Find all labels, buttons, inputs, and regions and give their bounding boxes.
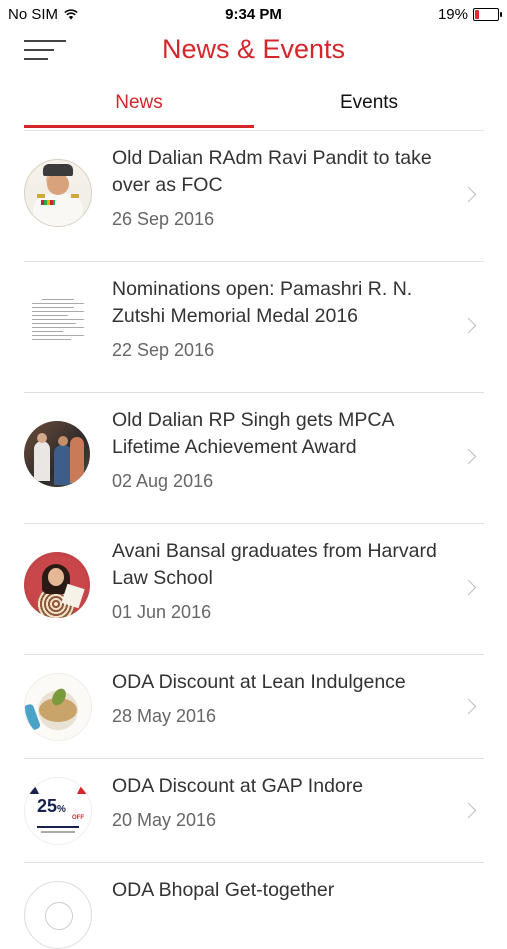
news-item[interactable]: Old Dalian RAdm Ravi Pandit to take over… (24, 131, 484, 262)
news-headline: ODA Discount at Lean Indulgence (112, 671, 406, 693)
chevron-right-icon (460, 186, 477, 203)
chevron-right-icon (460, 579, 477, 596)
news-item[interactable]: Old Dalian RP Singh gets MPCA Lifetime A… (24, 393, 484, 524)
news-item[interactable]: ODA Discount at Lean Indulgence 28 May 2… (24, 655, 484, 759)
news-thumbnail (24, 673, 92, 741)
news-date: 02 Aug 2016 (112, 471, 214, 491)
chevron-right-icon (460, 448, 477, 465)
battery-percent: 19% (437, 6, 468, 23)
app-header: News & Events (0, 30, 507, 80)
news-headline: ODA Discount at GAP Indore (112, 775, 364, 797)
news-thumbnail (24, 552, 90, 618)
news-item[interactable]: Avani Bansal graduates from Harvard Law … (24, 524, 484, 655)
chevron-right-icon (460, 698, 477, 715)
news-thumbnail (24, 159, 92, 227)
status-bar: No SIM 9:34 PM 19% (0, 0, 507, 30)
battery-status: 19% (437, 6, 502, 23)
news-date: 20 May 2016 (112, 810, 217, 830)
news-headline: Old Dalian RAdm Ravi Pandit to take over… (112, 147, 432, 196)
clock: 9:34 PM (225, 6, 282, 23)
discount-percent-sign: % (57, 804, 66, 815)
news-date: 22 Sep 2016 (112, 340, 215, 360)
news-headline: Avani Bansal graduates from Harvard Law … (112, 540, 437, 589)
chevron-right-icon (460, 317, 477, 334)
tab-events[interactable]: Events (254, 92, 484, 114)
tab-news[interactable]: News (24, 92, 254, 114)
news-item[interactable]: Nominations open: Pamashri R. N. Zutshi … (24, 262, 484, 393)
discount-off-label: OFF (72, 815, 84, 821)
news-list: Old Dalian RAdm Ravi Pandit to take over… (0, 131, 507, 949)
news-item[interactable]: 25% OFF ODA Discount at GAP Indore 20 Ma… (24, 759, 484, 863)
discount-percent: 25 (37, 796, 58, 816)
news-headline: Old Dalian RP Singh gets MPCA Lifetime A… (112, 409, 394, 458)
news-thumbnail: 25% OFF (24, 777, 92, 845)
news-thumbnail (24, 290, 90, 356)
news-date: 01 Jun 2016 (112, 602, 212, 622)
battery-fill (475, 10, 479, 19)
active-tab-indicator (24, 125, 254, 128)
news-date: 28 May 2016 (112, 706, 217, 726)
chevron-right-icon (460, 802, 477, 819)
news-item[interactable]: ODA Bhopal Get-together (24, 863, 484, 949)
news-thumbnail (24, 881, 92, 949)
news-thumbnail (24, 421, 90, 487)
tab-bar: News Events (24, 88, 484, 130)
page-title: News & Events (161, 34, 346, 64)
news-headline: Nominations open: Pamashri R. N. Zutshi … (112, 278, 413, 327)
battery-icon (473, 8, 502, 21)
news-date: 26 Sep 2016 (112, 209, 215, 229)
